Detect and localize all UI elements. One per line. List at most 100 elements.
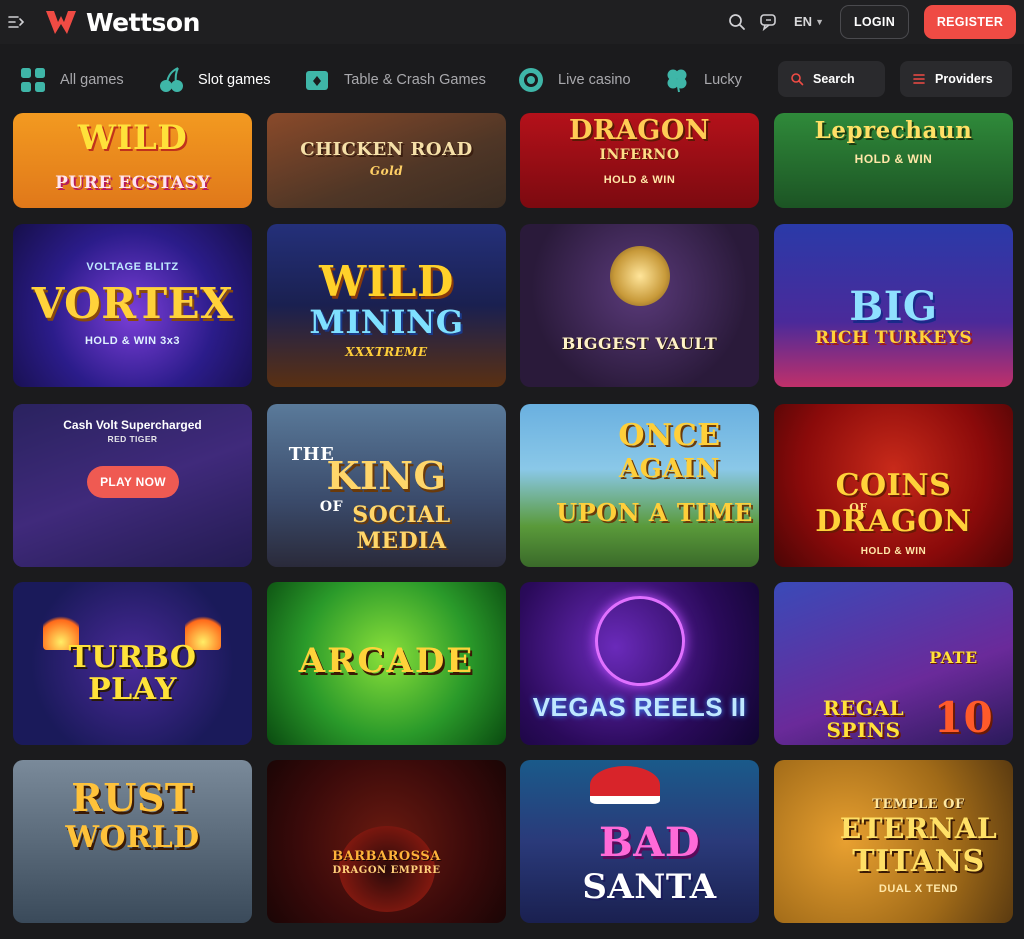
game-badge: PATE	[929, 648, 978, 667]
game-number: 10	[933, 693, 994, 742]
game-subtitle: DRAGON EMPIRE	[332, 865, 441, 876]
game-tile[interactable]: CHICKEN ROAD Gold	[267, 113, 506, 208]
game-badge: XXXTREME	[345, 345, 428, 359]
game-badge: DUAL X TEND	[878, 883, 959, 895]
game-title: CHICKEN ROAD	[300, 139, 473, 160]
game-title: WILD	[77, 118, 188, 158]
game-tile[interactable]: TURBO PLAY	[13, 582, 252, 745]
nav-live-casino[interactable]: Live casino	[516, 58, 631, 102]
vault-door-icon	[610, 246, 670, 306]
game-title: ETERNAL	[839, 812, 998, 845]
game-title: BARBAROSSA	[332, 849, 441, 864]
game-subtitle: SANTA	[582, 867, 717, 907]
game-subtitle: TEMPLE OF	[872, 797, 965, 812]
register-button[interactable]: REGISTER	[924, 5, 1016, 39]
clover-icon	[667, 69, 687, 93]
game-tile[interactable]: WILD MINING XXXTREME	[267, 224, 506, 387]
game-name: Cash Volt Supercharged	[63, 418, 202, 432]
game-title-2: AGAIN	[619, 454, 720, 484]
nav-table-crash[interactable]: Table & Crash Games	[302, 58, 486, 102]
game-badge: HOLD & WIN	[854, 152, 933, 166]
ferris-wheel-icon	[595, 596, 685, 686]
menu-toggle-icon[interactable]	[8, 13, 26, 31]
game-tile[interactable]: ONCE AGAIN UPON A TIME	[520, 404, 759, 567]
game-tile[interactable]: VEGAS REELS II	[520, 582, 759, 745]
game-tile[interactable]: ARCADE	[267, 582, 506, 745]
game-title: DRAGON	[568, 115, 711, 146]
game-tile[interactable]: BARBAROSSA DRAGON EMPIRE	[267, 760, 506, 923]
game-subtitle: WORLD	[65, 820, 200, 855]
nav-label: Table & Crash Games	[344, 72, 486, 88]
game-tile[interactable]: COINS OF DRAGON HOLD & WIN	[774, 404, 1013, 567]
game-badge: HOLD & WIN	[860, 546, 927, 557]
chat-icon[interactable]	[759, 12, 779, 32]
game-title: WILD	[319, 257, 454, 306]
game-title: TURBO	[68, 640, 197, 675]
language-label: EN	[794, 14, 813, 29]
nav-label: All games	[60, 72, 124, 88]
chip-icon	[519, 68, 543, 92]
game-subtitle: VOLTAGE BLITZ	[86, 261, 179, 273]
language-selector[interactable]: EN ▼	[794, 14, 824, 29]
game-subtitle: PLAY	[88, 672, 177, 707]
search-button[interactable]: Search	[778, 61, 885, 97]
game-tile[interactable]: TEMPLE OF ETERNAL TITANS DUAL X TEND	[774, 760, 1013, 923]
search-icon[interactable]	[727, 12, 747, 32]
game-badge: HOLD & WIN	[603, 174, 676, 186]
search-label: Search	[813, 72, 855, 86]
game-subtitle: INFERNO	[599, 147, 680, 163]
game-tile[interactable]: DRAGON INFERNO HOLD & WIN	[520, 113, 759, 208]
game-grid: WILD PURE ECSTASY CHICKEN ROAD Gold DRAG…	[0, 0, 1024, 939]
nav-label: Slot games	[198, 72, 271, 88]
game-tile[interactable]: BAD SANTA	[520, 760, 759, 923]
brand-name: Wettson	[86, 7, 200, 37]
game-title: BIG	[849, 283, 938, 330]
brand-logo[interactable]: Wettson	[44, 6, 200, 38]
search-icon	[791, 73, 804, 86]
game-tile[interactable]: VOLTAGE BLITZ VORTEX HOLD & WIN 3x3	[13, 224, 252, 387]
game-subtitle-2: MEDIA	[356, 528, 447, 554]
game-subtitle: UPON A TIME	[556, 498, 753, 527]
game-subtitle: DRAGON	[815, 504, 972, 539]
game-subtitle: Gold	[369, 164, 404, 178]
game-title: ONCE	[618, 418, 721, 453]
game-badge: HOLD & WIN 3x3	[84, 335, 180, 347]
providers-label: Providers	[935, 72, 993, 86]
game-tile[interactable]: PATE REGAL SPINS 10	[774, 582, 1013, 745]
nav-slot-games[interactable]: Slot games	[156, 58, 271, 102]
logo-mark-icon	[46, 11, 76, 34]
game-subtitle: MINING	[309, 303, 464, 341]
game-title: BAD	[598, 819, 701, 866]
game-tile[interactable]: RUST WORLD	[13, 760, 252, 923]
game-provider: RED TIGER	[107, 434, 158, 444]
game-title: ARCADE	[298, 641, 475, 681]
game-title-2: TITANS	[852, 844, 985, 879]
nav-label: Lucky	[704, 72, 742, 88]
game-subtitle: PURE ECSTASY	[55, 173, 210, 193]
top-header: Wettson EN ▼ LOGIN REGISTER	[0, 0, 1024, 44]
chevron-down-icon: ▼	[815, 16, 824, 27]
game-title: Leprechaun	[814, 117, 973, 144]
game-tile[interactable]: Cash Volt Supercharged RED TIGER PLAY NO…	[13, 404, 252, 567]
providers-button[interactable]: Providers	[900, 61, 1012, 97]
game-subtitle: RICH TURKEYS	[814, 328, 973, 348]
game-title: KING	[326, 453, 447, 498]
game-title: VEGAS REELS II	[532, 692, 747, 722]
game-title: VORTEX	[31, 279, 234, 328]
play-now-button[interactable]: PLAY NOW	[87, 466, 179, 498]
game-tile[interactable]: Leprechaun HOLD & WIN	[774, 113, 1013, 208]
nav-all-games[interactable]: All games	[18, 58, 124, 102]
nav-lucky[interactable]: Lucky	[662, 58, 742, 102]
nav-label: Live casino	[558, 72, 631, 88]
game-tile[interactable]: BIGGEST VAULT	[520, 224, 759, 387]
santa-hat-icon	[590, 766, 660, 804]
game-tile[interactable]: WILD PURE ECSTASY	[13, 113, 252, 208]
cards-icon	[306, 71, 328, 90]
game-tile[interactable]: BIG RICH TURKEYS	[774, 224, 1013, 387]
game-title: COINS	[835, 468, 952, 503]
grid-icon	[21, 68, 45, 92]
game-tile[interactable]: THE KING OF SOCIAL MEDIA	[267, 404, 506, 567]
cherry-icon	[160, 67, 183, 92]
game-subtitle: SOCIAL	[352, 502, 451, 528]
login-button[interactable]: LOGIN	[840, 5, 909, 39]
